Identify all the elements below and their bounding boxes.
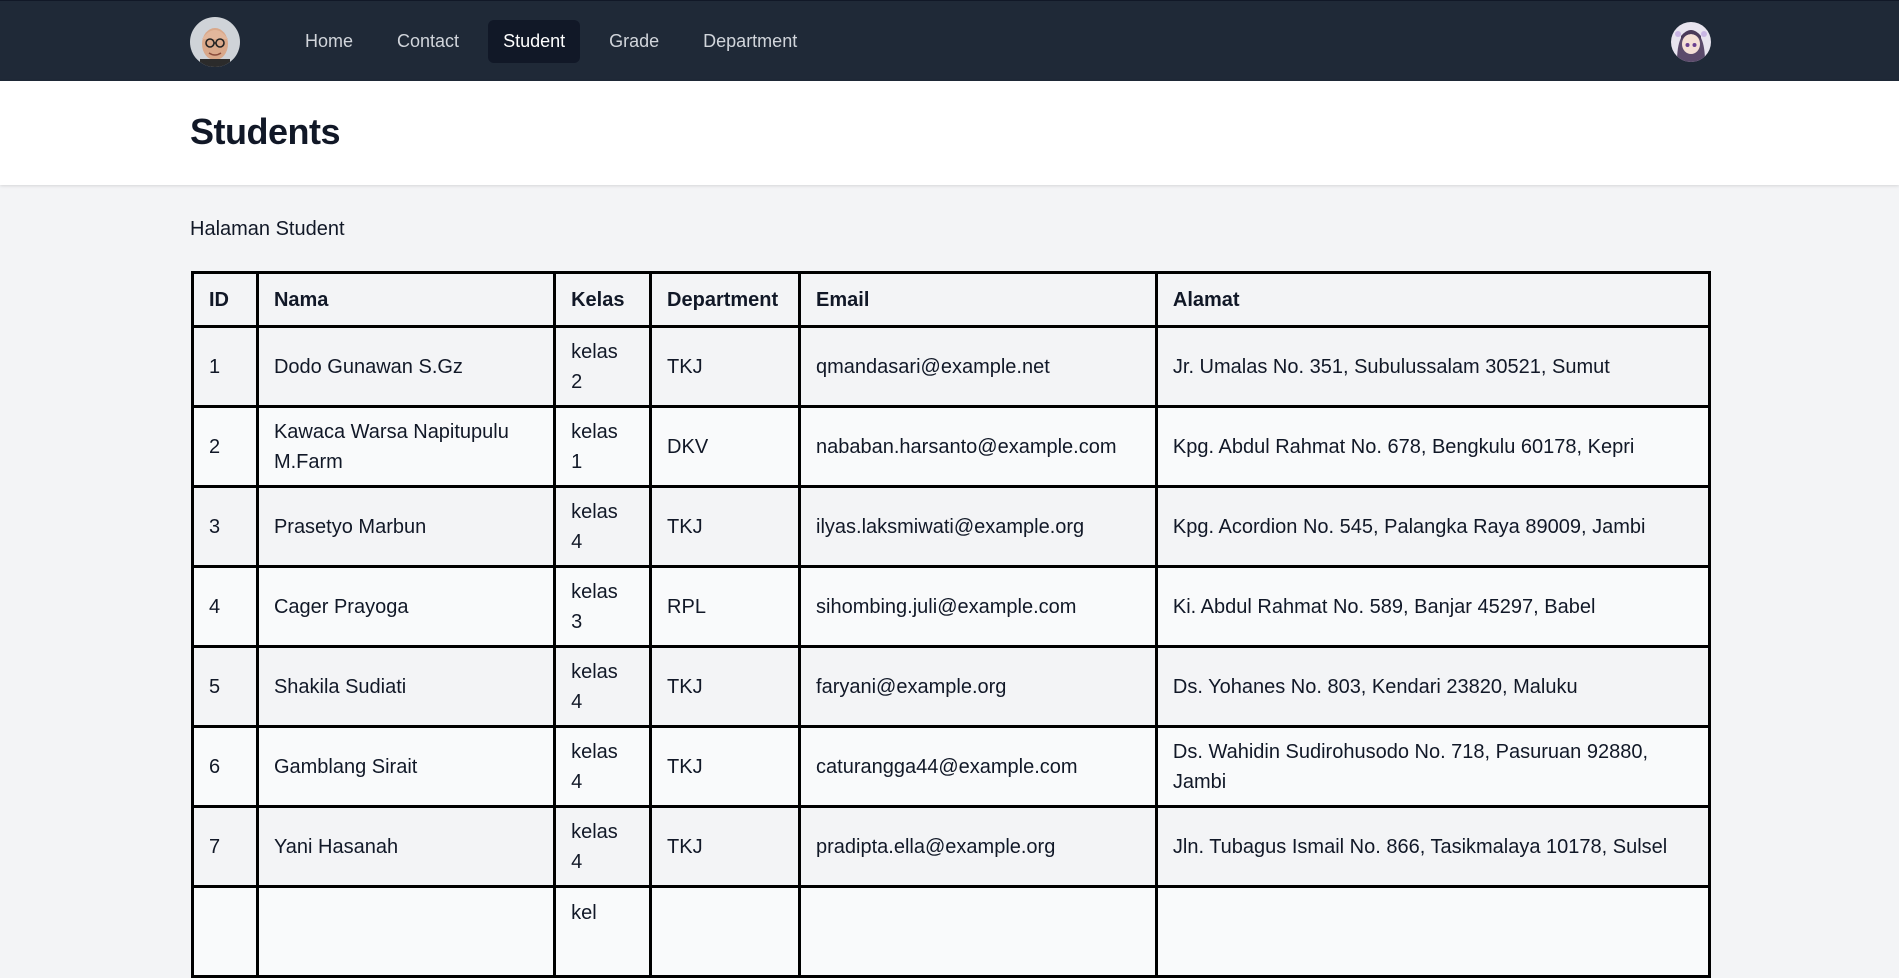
cell-id: 4 (191, 565, 259, 648)
cell-alamat: Ds. Wahidin Sudirohusodo No. 718, Pasuru… (1154, 725, 1712, 808)
table-row: 3 Prasetyo Marbun kelas 4 TKJ ilyas.laks… (191, 485, 1712, 568)
logo-avatar[interactable] (190, 16, 240, 67)
cell-kelas: kelas 4 (553, 485, 653, 568)
cell-id: 3 (191, 485, 259, 568)
cell-nama (255, 885, 557, 978)
cell-department: TKJ (649, 645, 802, 728)
cell-department: RPL (649, 565, 802, 648)
table-header-row: ID Nama Kelas Department Email Alamat (191, 271, 1712, 328)
cell-email: sihombing.juli@example.com (798, 565, 1158, 648)
anime-girl-avatar-icon (1671, 21, 1711, 62)
cell-nama: Dodo Gunawan S.Gz (255, 325, 557, 408)
page-title: Students (190, 111, 341, 152)
cell-email: qmandasari@example.net (798, 325, 1158, 408)
cell-kelas: kelas 2 (553, 325, 653, 408)
cell-nama: Kawaca Warsa Napitupulu M.Farm (255, 405, 557, 488)
cell-email: ilyas.laksmiwati@example.org (798, 485, 1158, 568)
cell-department: TKJ (649, 325, 802, 408)
cell-kelas: kelas 4 (553, 725, 653, 808)
cell-kelas: kelas 1 (553, 405, 653, 488)
cell-kelas: kelas 4 (553, 805, 653, 888)
cell-id: 2 (191, 405, 259, 488)
cell-department: TKJ (649, 485, 802, 568)
cell-email: nababan.harsanto@example.com (798, 405, 1158, 488)
cell-id (191, 885, 259, 978)
cell-alamat: Ds. Yohanes No. 803, Kendari 23820, Malu… (1154, 645, 1712, 728)
cell-id: 5 (191, 645, 259, 728)
cell-department: DKV (649, 405, 802, 488)
table-row: 2 Kawaca Warsa Napitupulu M.Farm kelas 1… (191, 405, 1712, 488)
nav-link-student[interactable]: Student (488, 20, 581, 63)
cell-nama: Prasetyo Marbun (255, 485, 557, 568)
nav-link-contact[interactable]: Contact (382, 20, 474, 63)
column-header-alamat: Alamat (1154, 271, 1712, 328)
nav-link-grade[interactable]: Grade (594, 20, 674, 63)
table-row: 4 Cager Prayoga kelas 3 RPL sihombing.ju… (191, 565, 1712, 648)
table-row: 1 Dodo Gunawan S.Gz kelas 2 TKJ qmandasa… (191, 325, 1712, 408)
column-header-kelas: Kelas (553, 271, 653, 328)
nav-link-department[interactable]: Department (688, 20, 812, 63)
cell-alamat: Kpg. Acordion No. 545, Palangka Raya 890… (1154, 485, 1712, 568)
table-row: 7 Yani Hasanah kelas 4 TKJ pradipta.ella… (191, 805, 1712, 888)
top-navbar: Home Contact Student Grade Department (0, 0, 1899, 81)
bald-man-avatar-icon (190, 16, 240, 67)
cell-department: TKJ (649, 805, 802, 888)
cell-id: 1 (191, 325, 259, 408)
column-header-department: Department (649, 271, 802, 328)
cell-nama: Shakila Sudiati (255, 645, 557, 728)
cell-kelas: kel (553, 885, 653, 978)
cell-alamat: Jln. Tubagus Ismail No. 866, Tasikmalaya… (1154, 805, 1712, 888)
cell-department (649, 885, 802, 978)
column-header-email: Email (798, 271, 1158, 328)
cell-nama: Cager Prayoga (255, 565, 557, 648)
cell-department: TKJ (649, 725, 802, 808)
nav-links: Home Contact Student Grade Department (290, 20, 812, 63)
navbar-inner: Home Contact Student Grade Department (190, 1, 1711, 82)
cell-id: 6 (191, 725, 259, 808)
cell-alamat: Ki. Abdul Rahmat No. 589, Banjar 45297, … (1154, 565, 1712, 648)
cell-email: caturangga44@example.com (798, 725, 1158, 808)
table-row: kel (191, 885, 1712, 978)
cell-email: pradipta.ella@example.org (798, 805, 1158, 888)
cell-kelas: kelas 3 (553, 565, 653, 648)
column-header-id: ID (191, 271, 259, 328)
user-profile-avatar[interactable] (1671, 21, 1711, 62)
intro-text: Halaman Student (190, 218, 345, 240)
nav-link-home[interactable]: Home (290, 20, 368, 63)
cell-email (798, 885, 1158, 978)
cell-email: faryani@example.org (798, 645, 1158, 728)
cell-id: 7 (191, 805, 259, 888)
table-row: 6 Gamblang Sirait kelas 4 TKJ caturangga… (191, 725, 1712, 808)
column-header-nama: Nama (255, 271, 557, 328)
cell-alamat: Jr. Umalas No. 351, Subulussalam 30521, … (1154, 325, 1712, 408)
page-header: Students (0, 81, 1899, 185)
cell-nama: Yani Hasanah (255, 805, 557, 888)
cell-kelas: kelas 4 (553, 645, 653, 728)
cell-nama: Gamblang Sirait (255, 725, 557, 808)
students-table: ID Nama Kelas Department Email Alamat 1 … (191, 271, 1712, 978)
cell-alamat (1154, 885, 1712, 978)
table-row: 5 Shakila Sudiati kelas 4 TKJ faryani@ex… (191, 645, 1712, 728)
cell-alamat: Kpg. Abdul Rahmat No. 678, Bengkulu 6017… (1154, 405, 1712, 488)
